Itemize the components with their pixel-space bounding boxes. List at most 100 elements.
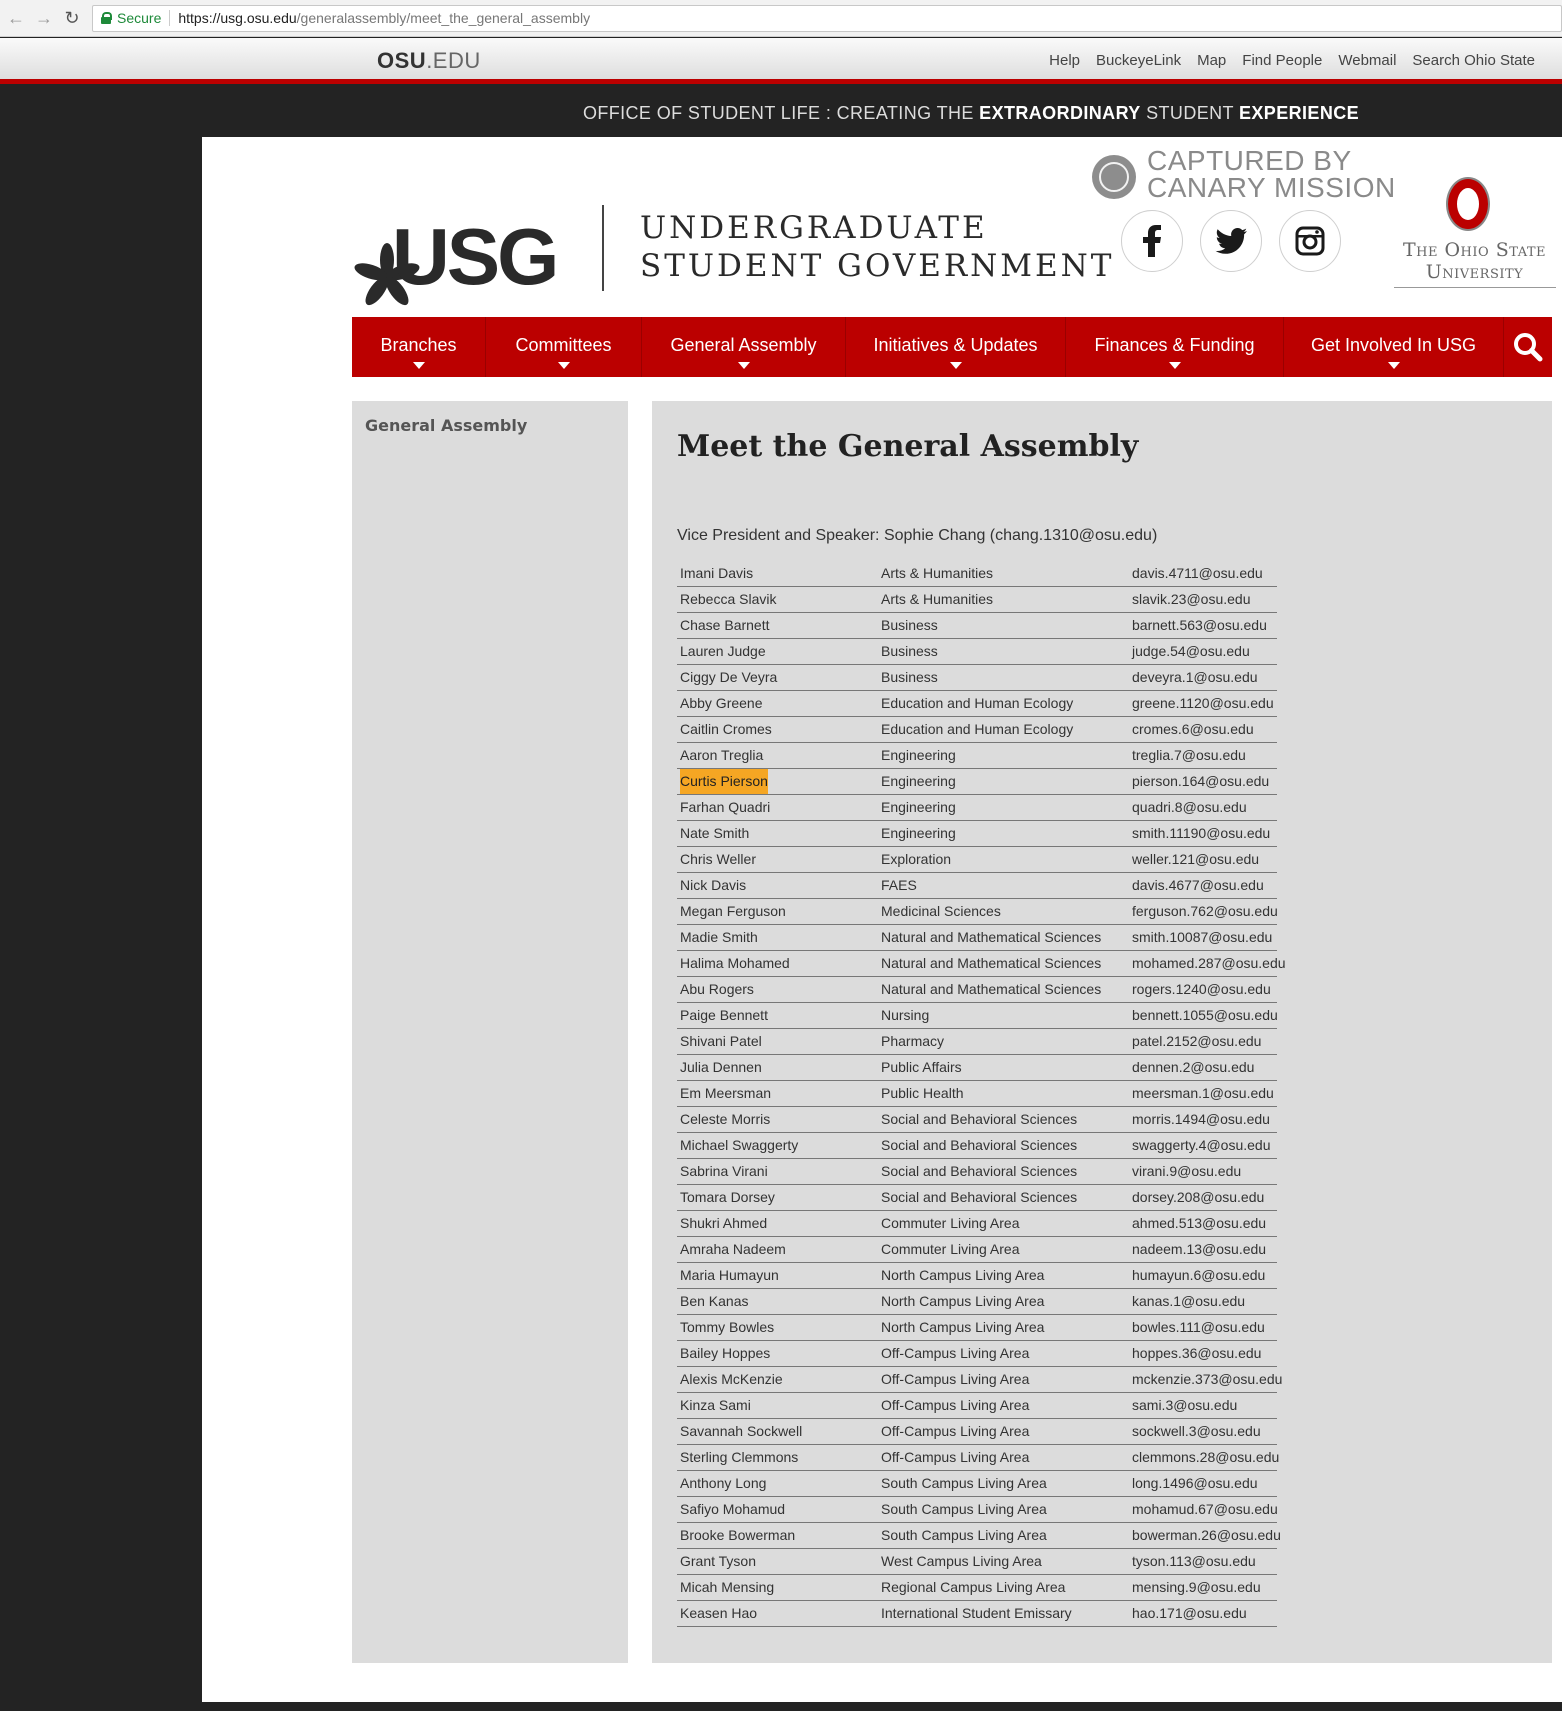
member-college: Commuter Living Area (881, 1241, 1020, 1257)
instagram-icon[interactable] (1279, 210, 1341, 272)
member-name: Shivani Patel (680, 1033, 762, 1049)
main-nav: Branches Committees General Assembly Ini… (352, 317, 1552, 377)
twitter-icon[interactable] (1200, 210, 1262, 272)
sl-text-1: OFFICE OF STUDENT LIFE : CREATING THE (582, 103, 980, 123)
osu-link-webmail[interactable]: Webmail (1338, 52, 1396, 69)
table-row: Safiyo Mohamud South Campus Living Area mo… (677, 1497, 1278, 1523)
member-email: morris.1494@osu.edu (1132, 1111, 1270, 1127)
member-college: Natural and Mathematical Sciences (881, 981, 1102, 997)
member-email: davis.4677@osu.edu (1132, 877, 1264, 893)
osu-link-help[interactable]: Help (1049, 52, 1080, 69)
nav-finances-funding[interactable]: Finances & Funding (1066, 317, 1284, 377)
member-email: sockwell.3@osu.edu (1132, 1423, 1261, 1439)
table-row: Anthony Long South Campus Living Area long… (677, 1471, 1277, 1497)
osu-logo-suffix: .EDU (426, 48, 481, 73)
member-name: Caitlin Cromes (680, 721, 772, 737)
member-email: tyson.113@osu.edu (1132, 1553, 1256, 1569)
member-name: Julia Dennen (680, 1059, 762, 1075)
table-row: Brooke Bowerman South Campus Living Area b… (677, 1523, 1281, 1549)
member-college: Education and Human Ecology (881, 721, 1074, 737)
member-email: ferguson.762@osu.edu (1132, 903, 1278, 919)
table-row: Tomara Dorsey Social and Behavioral Scien… (677, 1185, 1277, 1211)
facebook-icon[interactable] (1121, 210, 1183, 272)
member-name: Megan Ferguson (680, 903, 786, 919)
table-row: Sterling Clemmons Off-Campus Living Area c… (677, 1445, 1279, 1471)
member-college: Regional Campus Living Area (881, 1579, 1066, 1595)
reload-icon[interactable]: ↻ (62, 8, 82, 28)
table-row: Curtis Pierson Engineering pierson.164@osu… (677, 769, 1277, 795)
forward-arrow-icon[interactable]: → (34, 8, 54, 28)
table-row: Maria Humayun North Campus Living Area hum… (677, 1263, 1277, 1289)
caret-down-icon (1168, 362, 1181, 369)
address-bar[interactable]: Secure https://usg.osu.edu/generalassembl… (92, 5, 1562, 32)
member-name: Nate Smith (680, 825, 750, 841)
member-email: long.1496@osu.edu (1132, 1475, 1258, 1491)
member-email: judge.54@osu.edu (1132, 643, 1250, 659)
nav-branches[interactable]: Branches (352, 317, 486, 377)
ohio-state-logo[interactable]: The Ohio State University (1387, 179, 1562, 288)
url-separator (169, 10, 171, 26)
member-email: barnett.563@osu.edu (1132, 617, 1267, 633)
header-divider (602, 205, 604, 291)
nav-label: General Assembly (670, 335, 817, 355)
member-name: Keasen Hao (680, 1605, 758, 1621)
member-college: Social and Behavioral Sciences (881, 1111, 1078, 1127)
usg-logo[interactable]: USG (352, 207, 559, 307)
table-row: Nate Smith Engineering smith.11190@osu.edu (677, 821, 1277, 847)
osu-link-map[interactable]: Map (1197, 52, 1226, 69)
back-arrow-icon[interactable]: ← (6, 8, 26, 28)
member-college: North Campus Living Area (881, 1267, 1045, 1283)
member-college: Pharmacy (881, 1033, 945, 1049)
table-row: Keasen Hao International Student Emissary… (677, 1601, 1277, 1627)
member-email: mckenzie.373@osu.edu (1132, 1371, 1283, 1387)
nav-get-involved[interactable]: Get Involved In USG (1284, 317, 1504, 377)
canary-line1: CAPTURED BY (1147, 145, 1352, 176)
osu-link-search[interactable]: Search Ohio State (1412, 52, 1535, 69)
member-college: South Campus Living Area (881, 1475, 1047, 1491)
table-row: Farhan Quadri Engineering quadri.8@osu.edu (677, 795, 1277, 821)
member-name: Curtis Pierson (680, 769, 768, 794)
member-email: meersman.1@osu.edu (1132, 1085, 1274, 1101)
nav-label: Branches (380, 335, 457, 355)
usg-title-line1: UNDERGRADUATE (640, 210, 988, 246)
member-name: Kinza Sami (680, 1397, 751, 1413)
usg-title-line2: STUDENT GOVERNMENT (640, 248, 1115, 284)
osu-link-find-people[interactable]: Find People (1242, 52, 1322, 69)
member-college: Public Affairs (881, 1059, 962, 1075)
osu-edu-logo[interactable]: OSU.EDU (377, 48, 481, 74)
table-row: Abu Rogers Natural and Mathematical Scien… (677, 977, 1277, 1003)
member-college: Natural and Mathematical Sciences (881, 955, 1102, 971)
member-name: Safiyo Mohamud (680, 1501, 786, 1517)
nav-search-button[interactable] (1504, 317, 1552, 377)
osu-name-underline (1393, 287, 1556, 288)
nav-general-assembly[interactable]: General Assembly (642, 317, 846, 377)
block-o-icon (1448, 179, 1488, 229)
member-email: nadeem.13@osu.edu (1132, 1241, 1267, 1257)
member-email: davis.4711@osu.edu (1132, 565, 1263, 581)
table-row: Rebecca Slavik Arts & Humanities slavik.23… (677, 587, 1277, 613)
member-name: Madie Smith (680, 929, 758, 945)
member-name: Alexis McKenzie (680, 1371, 783, 1387)
sidebar-title[interactable]: General Assembly (365, 416, 527, 435)
nav-initiatives-updates[interactable]: Initiatives & Updates (846, 317, 1066, 377)
nav-committees[interactable]: Committees (486, 317, 642, 377)
table-row: Shivani Patel Pharmacy patel.2152@osu.edu (677, 1029, 1277, 1055)
table-row: Chris Weller Exploration weller.121@osu.ed… (677, 847, 1277, 873)
member-name: Micah Mensing (680, 1579, 775, 1595)
member-college: Commuter Living Area (881, 1215, 1020, 1231)
member-college: Arts & Humanities (881, 591, 994, 607)
table-row: Savannah Sockwell Off-Campus Living Area s… (677, 1419, 1277, 1445)
member-college: Education and Human Ecology (881, 695, 1074, 711)
table-row: Em Meersman Public Health meersman.1@osu.e… (677, 1081, 1277, 1107)
table-row: Abby Greene Education and Human Ecology gr… (677, 691, 1277, 717)
member-name: Abu Rogers (680, 981, 754, 997)
table-row: Celeste Morris Social and Behavioral Scie… (677, 1107, 1277, 1133)
member-name: Abby Greene (680, 695, 763, 711)
member-email: mensing.9@osu.edu (1132, 1579, 1261, 1595)
table-row: Bailey Hoppes Off-Campus Living Area hoppe… (677, 1341, 1277, 1367)
table-row: Lauren Judge Business judge.54@osu.edu (677, 639, 1277, 665)
student-life-banner[interactable]: OFFICE OF STUDENT LIFE : CREATING THE EX… (0, 89, 1562, 137)
member-college: Business (881, 643, 938, 659)
osu-link-buckeyelink[interactable]: BuckeyeLink (1096, 52, 1181, 69)
member-name: Amraha Nadeem (680, 1241, 786, 1257)
